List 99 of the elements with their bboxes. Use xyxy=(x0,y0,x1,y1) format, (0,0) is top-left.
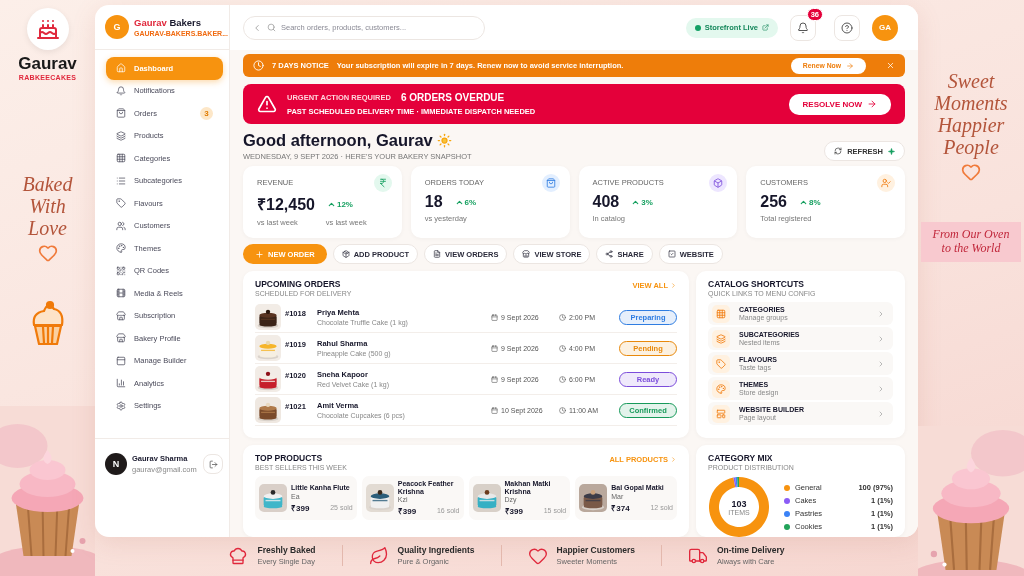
external-link-icon xyxy=(762,24,769,31)
total-count: 103 xyxy=(731,498,747,509)
feature-title: On-time Delivery xyxy=(717,545,785,555)
nav-icon xyxy=(116,175,126,186)
search-icon xyxy=(267,23,276,32)
alert-title: 6 ORDERS OVERDUE xyxy=(400,92,505,103)
clock-icon xyxy=(253,60,264,71)
stat-change: 6% xyxy=(454,197,477,207)
feature-title: Quality Ingredients xyxy=(397,545,475,555)
product-price: ₹374 xyxy=(611,502,630,513)
product-price: ₹399 xyxy=(291,502,310,513)
stat-value: 256 xyxy=(760,193,787,211)
action-icon xyxy=(341,250,350,258)
clock-icon xyxy=(559,375,566,383)
nav-icon xyxy=(116,243,126,254)
shortcut-glyph-icon xyxy=(716,308,726,319)
close-icon[interactable] xyxy=(886,61,895,70)
stat-change: 12% xyxy=(326,199,353,209)
chevron-icon xyxy=(877,384,885,393)
chevron-icon xyxy=(877,359,885,368)
action-icon xyxy=(605,250,614,258)
calendar-icon xyxy=(491,344,498,352)
action-icon xyxy=(667,250,676,258)
shortcut-glyph-icon xyxy=(716,333,726,344)
stat-glyph-icon xyxy=(881,178,891,188)
panel-title: CATALOG SHORTCUTS xyxy=(708,279,805,289)
back-icon[interactable] xyxy=(252,22,262,33)
logo-title: Gaurav xyxy=(18,54,77,74)
nav-icon xyxy=(116,220,126,231)
panel-title: UPCOMING ORDERS xyxy=(255,279,342,289)
stat-value: ₹12,450 xyxy=(257,195,315,215)
feature-title: Happier Customers xyxy=(556,545,635,555)
nav-icon xyxy=(116,108,126,119)
greeting-title: Good afternoon, Gaurav xyxy=(243,131,433,150)
chevron-icon xyxy=(877,334,885,343)
action-icon xyxy=(255,249,264,259)
panel-title: CATEGORY MIX xyxy=(708,453,774,463)
tagline: Sweet Moments Happier People xyxy=(933,70,1009,158)
clock-icon xyxy=(559,313,566,321)
nav-icon xyxy=(116,333,126,344)
heart-icon xyxy=(37,243,58,263)
feature-title: Freshly Baked xyxy=(257,545,316,555)
arrow-icon xyxy=(846,61,854,70)
clock-icon xyxy=(559,406,566,414)
tagline: Baked With Love xyxy=(21,173,74,239)
arrow-icon xyxy=(867,99,877,109)
nav-icon xyxy=(116,85,126,96)
stat-change: 3% xyxy=(631,197,653,207)
stat-glyph-icon xyxy=(377,178,388,188)
action-icon xyxy=(433,250,442,258)
stat-value: 18 xyxy=(424,193,443,211)
stat-value: 408 xyxy=(592,193,620,211)
sun-icon xyxy=(436,133,452,148)
shortcut-glyph-icon xyxy=(716,408,726,419)
feature-icon xyxy=(228,545,249,566)
nav-icon xyxy=(116,378,126,389)
chevron-icon xyxy=(877,409,885,418)
nav-icon xyxy=(116,153,126,164)
resolve-button[interactable]: RESOLVE NOW xyxy=(788,93,891,115)
chevron-icon xyxy=(877,309,885,318)
nav-icon xyxy=(116,400,126,411)
stat-change: 8% xyxy=(798,197,821,207)
calendar-icon xyxy=(491,313,498,321)
clock-icon xyxy=(559,344,566,352)
nav-icon xyxy=(116,265,126,276)
count-badge: 3 xyxy=(200,106,213,120)
panel-title: TOP PRODUCTS xyxy=(255,453,324,463)
calendar-icon xyxy=(491,375,498,383)
heart-icon xyxy=(961,162,981,182)
nav-icon xyxy=(116,198,126,209)
feature-icon xyxy=(368,545,389,566)
help-icon xyxy=(841,21,853,34)
chevron-icon xyxy=(670,456,677,463)
store-name: Gaurav Bakers xyxy=(134,17,203,28)
stat-glyph-icon xyxy=(713,178,724,188)
calendar-icon xyxy=(491,406,498,414)
nav-icon xyxy=(116,310,126,321)
refresh-icon xyxy=(834,147,843,155)
cake-logo-icon xyxy=(26,8,69,50)
user-avatar: N xyxy=(105,453,127,475)
nav-icon xyxy=(116,288,126,299)
nav-icon xyxy=(116,130,126,141)
sparkle-icon xyxy=(888,147,895,155)
stat-glyph-icon xyxy=(545,178,556,188)
store-avatar: G xyxy=(105,15,129,39)
nav-icon xyxy=(116,63,126,74)
product-price: ₹399 xyxy=(504,506,523,517)
shortcut-glyph-icon xyxy=(716,383,726,394)
product-price: ₹399 xyxy=(397,506,417,517)
shortcut-glyph-icon xyxy=(716,358,726,369)
nav-icon xyxy=(116,355,126,366)
action-icon xyxy=(522,250,531,258)
help-button[interactable] xyxy=(834,14,860,41)
ribbon-banner: From Our Oven to the World xyxy=(921,222,1021,262)
logout-button[interactable] xyxy=(203,454,223,474)
chevron-icon xyxy=(670,282,677,289)
warning-icon xyxy=(257,94,277,114)
logout-icon xyxy=(208,459,218,469)
bell-icon xyxy=(797,21,809,34)
